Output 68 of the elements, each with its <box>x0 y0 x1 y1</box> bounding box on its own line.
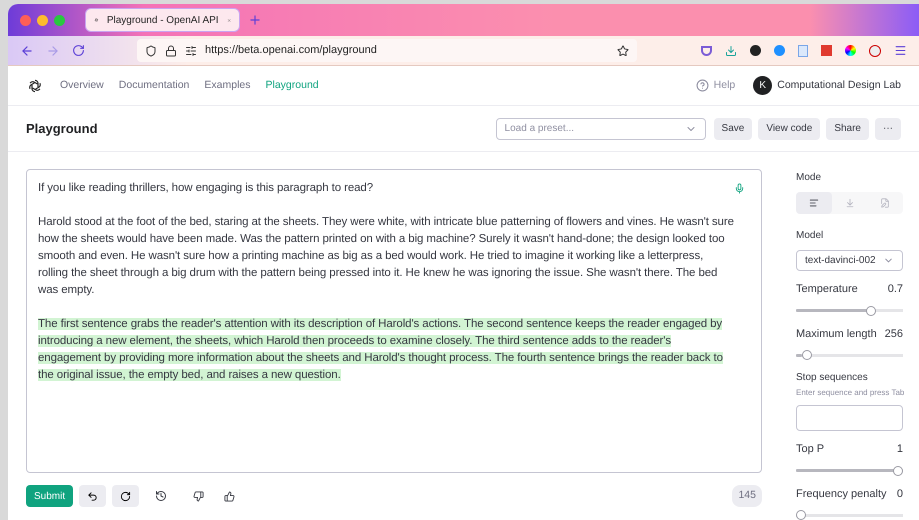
stop-sequences-hint: Enter sequence and press Tab <box>796 387 903 399</box>
refresh-icon <box>120 490 132 502</box>
prompt-paragraph: Harold stood at the foot of the bed, staring at the sheets. They were white, with intricate blue patterning of flowers and vines. He wasn't sure how the sheets would have been made. Was the pattern printed on with a big machine? Surely it wasn't hand-done; the design looked too smooth and even. He wasn't sure how a printing machine as big as a bed would work. He tried to imagine it working like a letterpress, rolling the sheet through a big drum with the pattern being pressed into it. He knew he was ignoring the issue. She wasn't there. The bed was empty. <box>38 215 734 298</box>
tab-title: Playground - OpenAI API <box>106 14 219 28</box>
address-bar[interactable]: https://beta.openai.com/playground <box>137 39 637 62</box>
slider-thumb[interactable] <box>802 350 812 360</box>
page-title: Playground <box>26 120 98 138</box>
slider-label: Frequency penalty <box>796 486 886 502</box>
new-tab-icon[interactable] <box>248 13 262 27</box>
header-button[interactable]: Share <box>826 118 869 140</box>
header-button[interactable]: Save <box>714 118 752 140</box>
mode-tab[interactable] <box>796 192 832 214</box>
prompt-paragraph: If you like reading thrillers, how engaging is this paragraph to read? <box>38 181 374 196</box>
color-wheel-icon[interactable] <box>845 45 856 56</box>
slider-thumb[interactable] <box>866 306 876 316</box>
reload-icon[interactable] <box>72 44 85 57</box>
preset-select[interactable]: Load a preset... <box>496 118 706 140</box>
avatar[interactable]: K <box>753 76 772 95</box>
header-button[interactable]: ··· <box>875 118 901 140</box>
preset-input[interactable]: Load a preset... <box>504 121 685 136</box>
microphone-icon[interactable] <box>734 183 745 194</box>
slider-label: Top P <box>796 442 824 457</box>
slider-value: 0.7 <box>888 282 903 297</box>
mode-label: Mode <box>796 171 822 185</box>
zoom-button[interactable] <box>54 14 65 26</box>
model-label: Model <box>796 229 824 243</box>
nav-link[interactable]: Examples <box>204 78 250 94</box>
browser-tab[interactable]: Playground - OpenAI API <box>85 8 240 32</box>
token-count: 145 <box>732 485 762 507</box>
undo-icon <box>87 490 98 502</box>
download-arrow-icon <box>844 198 854 208</box>
forward-icon[interactable] <box>46 44 60 58</box>
slider-value: 256 <box>884 326 903 342</box>
header-button[interactable]: View code <box>758 118 820 140</box>
nav-link[interactable]: Overview <box>60 78 104 94</box>
slider-label: Temperature <box>796 282 858 297</box>
url-text: https://beta.openai.com/playground <box>205 43 377 58</box>
lock-icon <box>165 44 177 56</box>
model-select[interactable]: text-davinci-002 <box>796 250 903 271</box>
thumbs-up-icon[interactable] <box>224 490 236 502</box>
help-icon[interactable] <box>696 79 709 92</box>
slider-thumb[interactable] <box>893 466 903 476</box>
document-edit-icon <box>880 198 890 208</box>
slider-value: 1 <box>896 442 903 457</box>
minimize-button[interactable] <box>37 14 48 26</box>
download-icon[interactable] <box>725 44 737 56</box>
slider-value: 0 <box>896 486 903 502</box>
slider-label: Maximum length <box>796 326 877 342</box>
shield-icon <box>145 44 157 56</box>
bookmark-star-icon[interactable] <box>617 44 629 56</box>
pocket-icon[interactable] <box>701 46 712 56</box>
slider-thumb[interactable] <box>796 510 806 520</box>
text-lines-icon <box>808 198 819 208</box>
permissions-icon[interactable] <box>185 44 197 56</box>
undo-button[interactable] <box>79 485 106 507</box>
prompt-paragraph: The first sentence grabs the reader's attention with its description of Harold's actions. The second sentence keeps the reader engaged by introducing a new element, the sheets, which Harold then proceeds to examine closely. The third sentence adds to the reader's engagement by providing more information about the sheets and Harold's thought process. The fourth sentence brings the reader back to the original issue, the empty bed, and raises a new question. <box>38 317 724 383</box>
menu-icon[interactable] <box>894 44 907 57</box>
stop-sequences-field[interactable] <box>796 405 903 431</box>
close-window-button[interactable] <box>20 14 31 26</box>
regenerate-button[interactable] <box>112 485 140 507</box>
back-icon[interactable] <box>20 44 34 58</box>
document-icon[interactable] <box>798 44 808 56</box>
nav-link[interactable]: Documentation <box>118 78 190 94</box>
organization-name[interactable]: Computational Design Lab <box>777 78 901 94</box>
stop-sequences-label: Stop sequences <box>796 371 869 385</box>
thumbs-down-icon[interactable] <box>193 490 204 502</box>
prompt-editor[interactable] <box>26 169 762 473</box>
history-icon[interactable] <box>155 490 168 502</box>
